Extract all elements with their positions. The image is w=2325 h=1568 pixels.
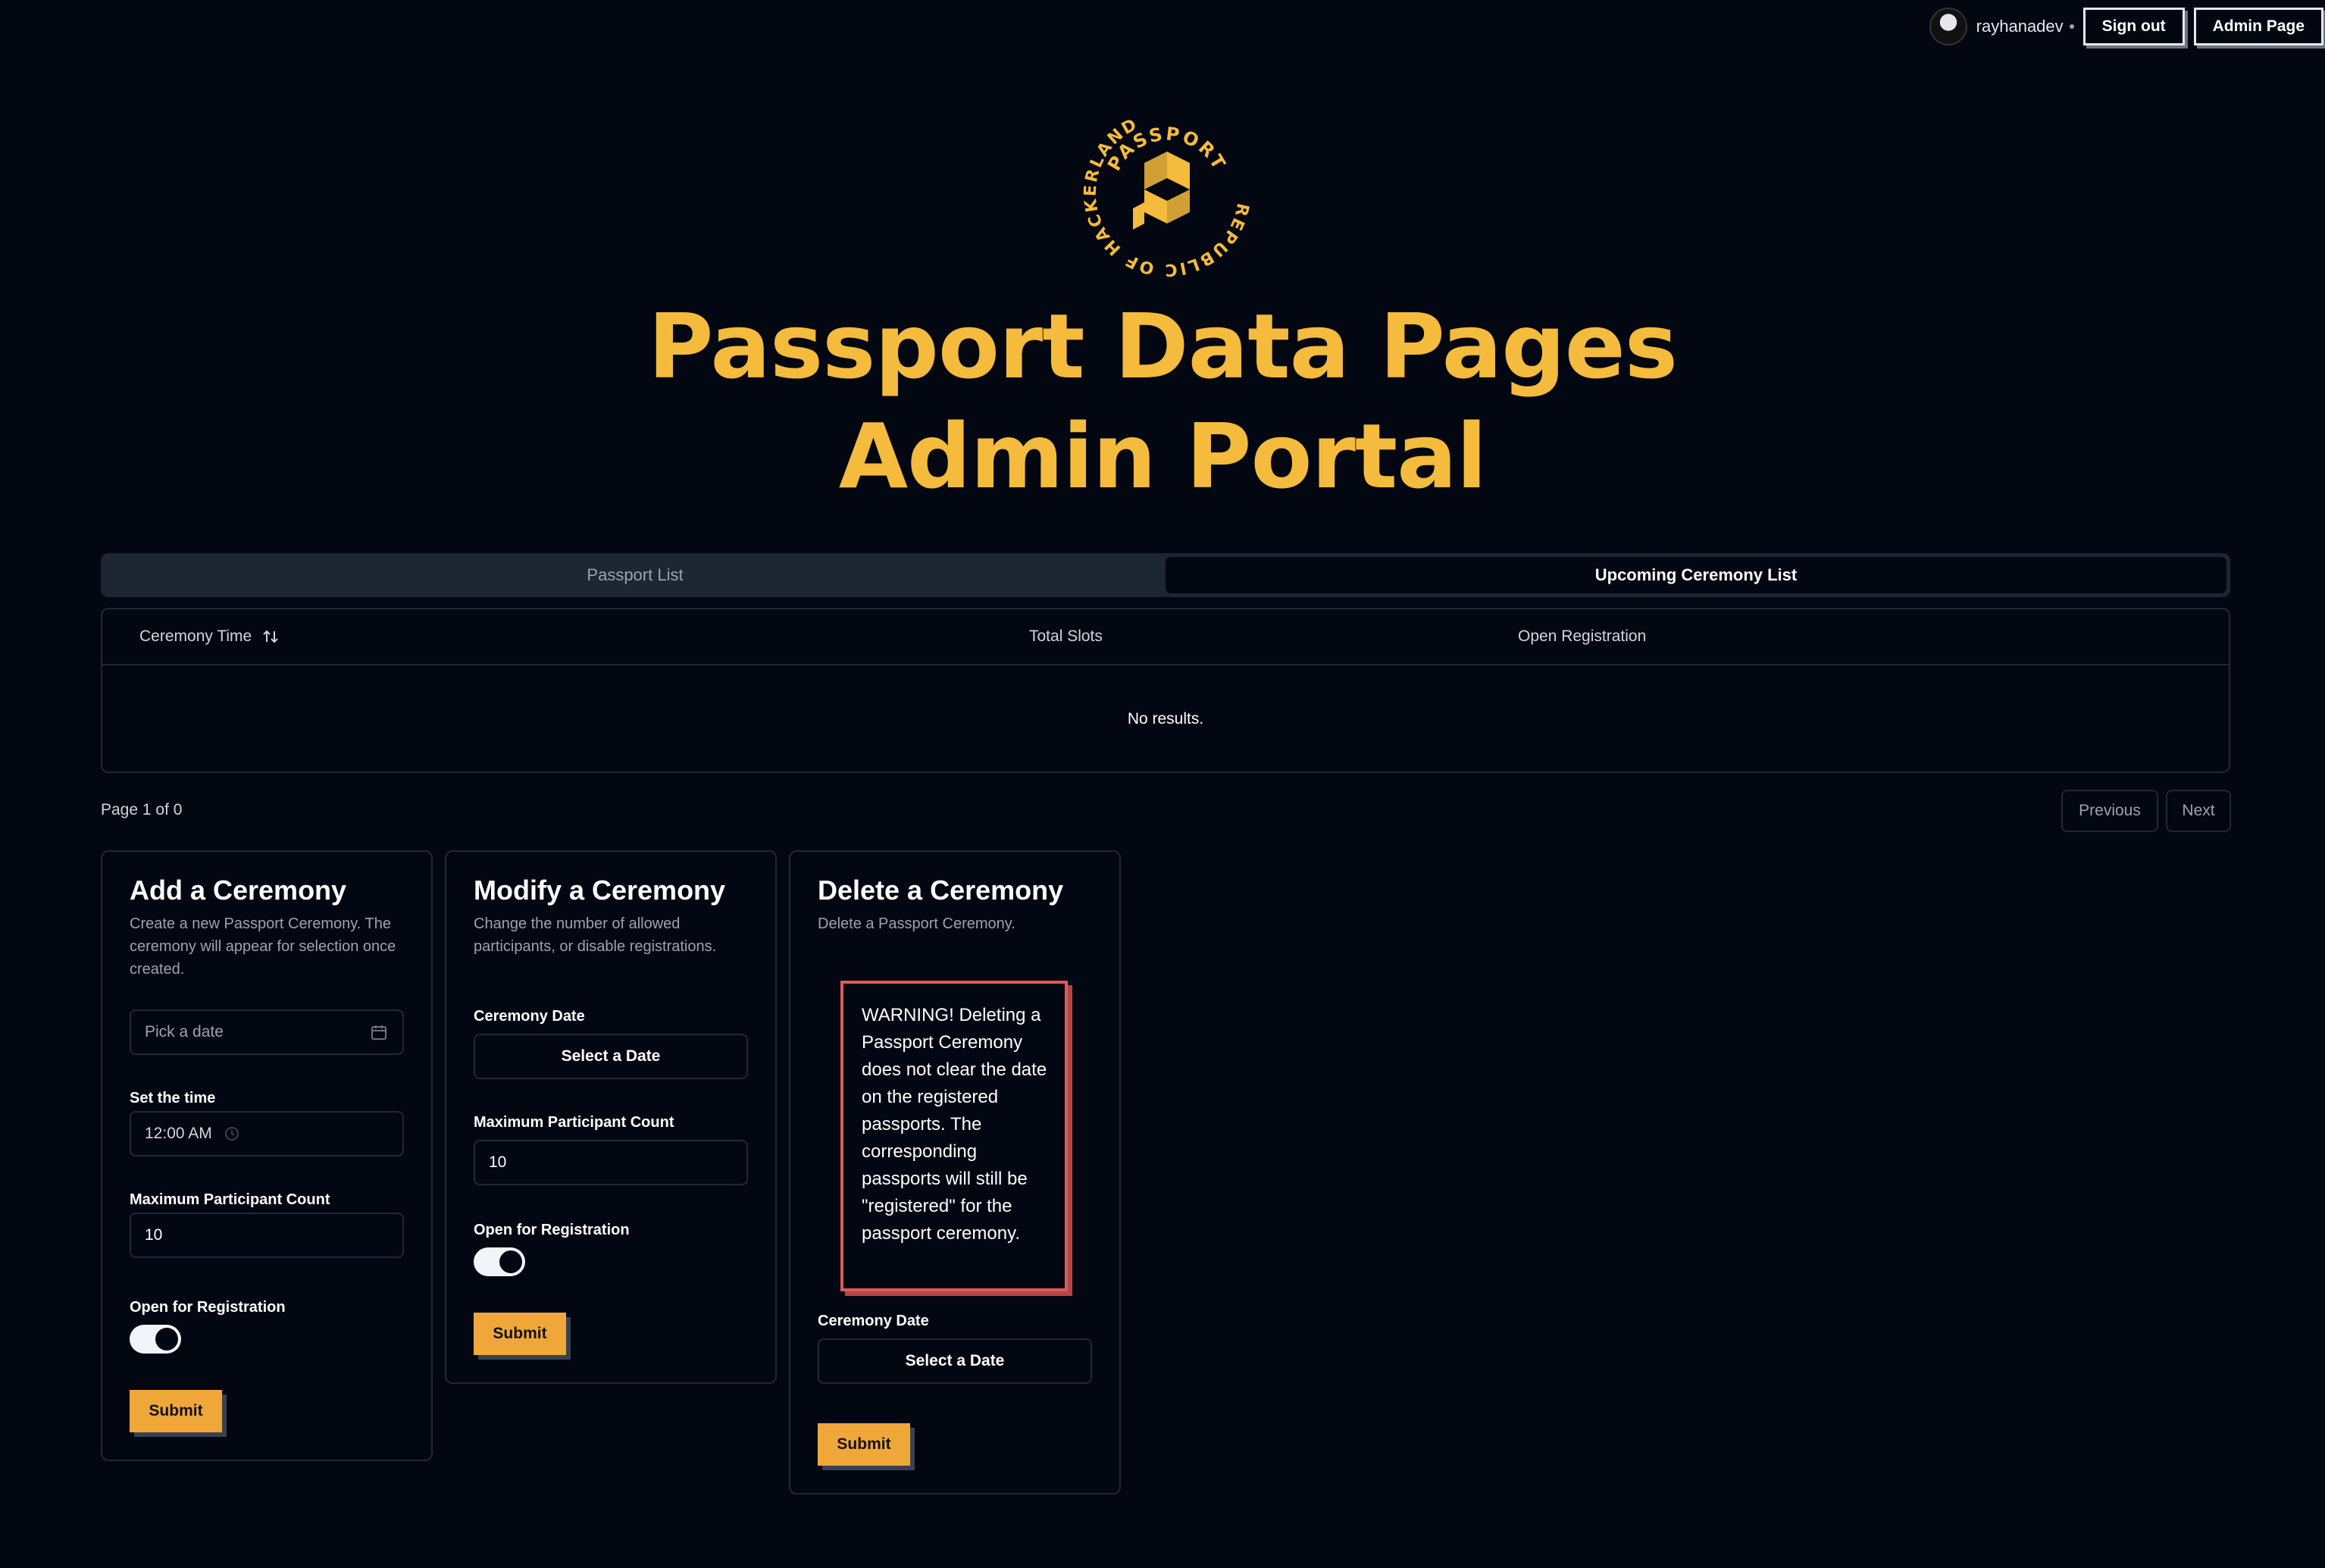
clock-icon[interactable] xyxy=(224,1126,239,1141)
tab-passport-list[interactable]: Passport List xyxy=(105,557,1166,593)
open-registration-label: Open for Registration xyxy=(130,1299,286,1316)
tab-upcoming-ceremony-list[interactable]: Upcoming Ceremony List xyxy=(1166,557,2226,593)
title-line-2: Admin Portal xyxy=(838,404,1488,509)
separator-dot xyxy=(2069,24,2074,29)
delete-ceremony-card: Delete a Ceremony Delete a Passport Cere… xyxy=(789,850,1121,1494)
delete-ceremony-description: Delete a Passport Ceremony. xyxy=(818,915,1015,932)
delete-submit-button[interactable]: Submit xyxy=(818,1423,910,1466)
calendar-icon xyxy=(371,1025,386,1040)
page-title: Passport Data Pages Admin Portal xyxy=(0,292,2325,512)
title-line-1: Passport Data Pages xyxy=(648,294,1678,399)
add-submit-button[interactable]: Submit xyxy=(130,1390,222,1432)
ceremony-table: Ceremony Time Total Slots Open Registrat… xyxy=(101,608,2230,773)
delete-warning-box: WARNING! Deleting a Passport Ceremony do… xyxy=(840,981,1068,1291)
max-participant-input[interactable]: 10 xyxy=(130,1213,404,1258)
cube-icon xyxy=(1133,152,1190,230)
toggle-knob xyxy=(499,1250,522,1273)
next-page-button[interactable]: Next xyxy=(2166,790,2231,832)
delete-select-date-button[interactable]: Select a Date xyxy=(818,1338,1092,1384)
modify-open-registration-toggle[interactable] xyxy=(474,1247,525,1276)
tab-bar: Passport List Upcoming Ceremony List xyxy=(101,553,2230,597)
modify-ceremony-card: Modify a Ceremony Change the number of a… xyxy=(445,850,777,1384)
passport-logo: PASSPORT REPUBLIC OF HACKERLAND xyxy=(1081,114,1250,279)
sign-out-button[interactable]: Sign out xyxy=(2082,8,2185,45)
max-participant-label: Maximum Participant Count xyxy=(130,1191,330,1208)
column-total-slots: Total Slots xyxy=(1029,628,1103,645)
modify-ceremony-title: Modify a Ceremony xyxy=(474,875,726,906)
toggle-knob xyxy=(155,1328,178,1350)
username-text: rayhanadev xyxy=(1976,17,2064,36)
modify-open-registration-label: Open for Registration xyxy=(474,1222,630,1238)
pagination-info: Page 1 of 0 xyxy=(101,801,183,818)
modify-ceremony-description: Change the number of allowed participant… xyxy=(474,915,717,955)
column-ceremony-time-label: Ceremony Time xyxy=(139,628,252,645)
time-label: Set the time xyxy=(130,1090,216,1106)
add-ceremony-card: Add a Ceremony Create a new Passport Cer… xyxy=(101,850,433,1461)
modify-max-participant-input[interactable]: 10 xyxy=(474,1140,748,1185)
user-bar: rayhanadev Sign out Admin Page xyxy=(1929,8,2325,45)
modify-date-label: Ceremony Date xyxy=(474,1008,585,1025)
admin-page-button[interactable]: Admin Page xyxy=(2193,8,2323,45)
add-ceremony-title: Add a Ceremony xyxy=(130,875,347,906)
open-registration-toggle[interactable] xyxy=(130,1325,181,1354)
column-ceremony-time[interactable]: Ceremony Time xyxy=(139,609,279,664)
time-value: 12:00 AM xyxy=(145,1125,212,1142)
column-open-registration: Open Registration xyxy=(1518,628,1647,645)
modify-max-participant-label: Maximum Participant Count xyxy=(474,1114,674,1131)
table-header: Ceremony Time Total Slots Open Registrat… xyxy=(102,609,2229,665)
date-picker-placeholder: Pick a date xyxy=(145,1023,224,1041)
date-picker[interactable]: Pick a date xyxy=(130,1009,404,1055)
delete-date-label: Ceremony Date xyxy=(818,1313,929,1329)
username: rayhanadev xyxy=(1976,17,2074,36)
time-input[interactable]: 12:00 AM xyxy=(130,1111,404,1156)
add-ceremony-description: Create a new Passport Ceremony. The cere… xyxy=(130,915,396,978)
arrow-up-down-icon[interactable] xyxy=(262,628,279,645)
modify-submit-button[interactable]: Submit xyxy=(474,1313,566,1355)
previous-page-button[interactable]: Previous xyxy=(2061,790,2158,832)
empty-table-message: No results. xyxy=(1127,710,1204,728)
delete-ceremony-title: Delete a Ceremony xyxy=(818,875,1064,906)
modify-select-date-button[interactable]: Select a Date xyxy=(474,1034,748,1079)
avatar[interactable] xyxy=(1929,8,1967,45)
